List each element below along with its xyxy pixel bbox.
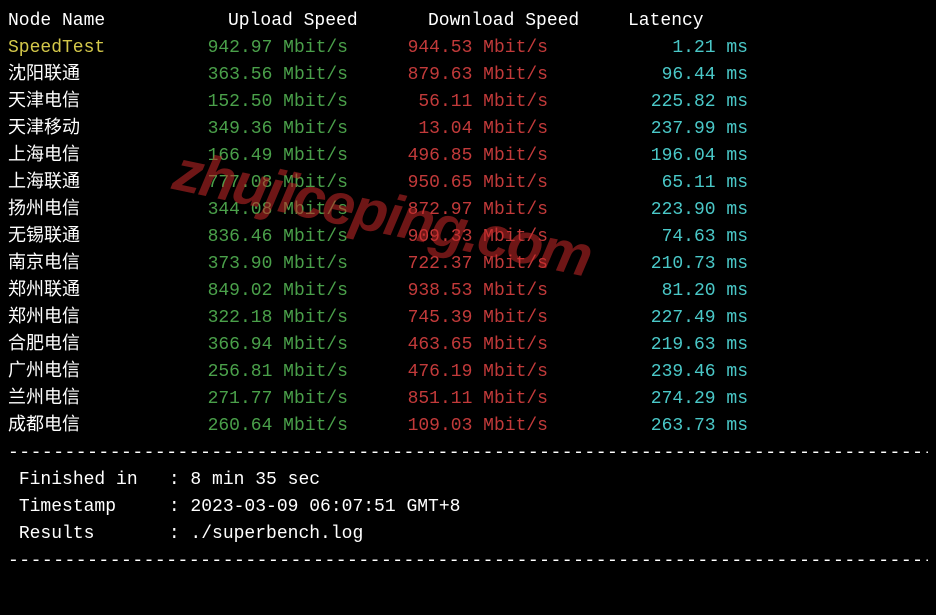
latency-value: 96.44 ms bbox=[588, 62, 788, 89]
upload-speed: 349.36 Mbit/s bbox=[188, 116, 388, 143]
data-row: 天津电信152.50 Mbit/s56.11 Mbit/s225.82 ms bbox=[8, 89, 928, 116]
speedtest-latency: 1.21 ms bbox=[588, 35, 788, 62]
upload-speed: 836.46 Mbit/s bbox=[188, 224, 388, 251]
latency-value: 227.49 ms bbox=[588, 305, 788, 332]
terminal-output: Node Name Upload Speed Download Speed La… bbox=[8, 8, 928, 575]
upload-speed: 849.02 Mbit/s bbox=[188, 278, 388, 305]
upload-speed: 256.81 Mbit/s bbox=[188, 359, 388, 386]
divider-line-bottom: ----------------------------------------… bbox=[8, 548, 928, 575]
download-speed: 745.39 Mbit/s bbox=[388, 305, 588, 332]
header-latency: Latency bbox=[588, 8, 788, 35]
upload-speed: 166.49 Mbit/s bbox=[188, 143, 388, 170]
timestamp-value: 2023-03-09 06:07:51 GMT+8 bbox=[190, 497, 460, 517]
data-row: 成都电信260.64 Mbit/s109.03 Mbit/s263.73 ms bbox=[8, 413, 928, 440]
data-row: 上海联通777.08 Mbit/s950.65 Mbit/s65.11 ms bbox=[8, 170, 928, 197]
download-speed: 56.11 Mbit/s bbox=[388, 89, 588, 116]
latency-value: 223.90 ms bbox=[588, 197, 788, 224]
latency-value: 81.20 ms bbox=[588, 278, 788, 305]
footer-results: Results: ./superbench.log bbox=[8, 521, 928, 548]
footer-timestamp: Timestamp: 2023-03-09 06:07:51 GMT+8 bbox=[8, 494, 928, 521]
download-speed: 851.11 Mbit/s bbox=[388, 386, 588, 413]
data-rows-container: 沈阳联通363.56 Mbit/s879.63 Mbit/s96.44 ms天津… bbox=[8, 62, 928, 440]
divider-line: ----------------------------------------… bbox=[8, 440, 928, 467]
upload-speed: 373.90 Mbit/s bbox=[188, 251, 388, 278]
node-name: 郑州电信 bbox=[8, 305, 188, 332]
upload-speed: 260.64 Mbit/s bbox=[188, 413, 388, 440]
data-row: 天津移动349.36 Mbit/s13.04 Mbit/s237.99 ms bbox=[8, 116, 928, 143]
header-download: Download Speed bbox=[388, 8, 588, 35]
latency-value: 196.04 ms bbox=[588, 143, 788, 170]
data-row: 合肥电信366.94 Mbit/s463.65 Mbit/s219.63 ms bbox=[8, 332, 928, 359]
speedtest-upload: 942.97 Mbit/s bbox=[188, 35, 388, 62]
speedtest-row: SpeedTest 942.97 Mbit/s 944.53 Mbit/s 1.… bbox=[8, 35, 928, 62]
node-name: 天津移动 bbox=[8, 116, 188, 143]
speedtest-node: SpeedTest bbox=[8, 35, 188, 62]
data-row: 兰州电信271.77 Mbit/s851.11 Mbit/s274.29 ms bbox=[8, 386, 928, 413]
node-name: 郑州联通 bbox=[8, 278, 188, 305]
latency-value: 74.63 ms bbox=[588, 224, 788, 251]
node-name: 扬州电信 bbox=[8, 197, 188, 224]
finished-label: Finished in bbox=[19, 467, 169, 494]
data-row: 广州电信256.81 Mbit/s476.19 Mbit/s239.46 ms bbox=[8, 359, 928, 386]
results-label: Results bbox=[19, 521, 169, 548]
upload-speed: 363.56 Mbit/s bbox=[188, 62, 388, 89]
data-row: 扬州电信344.08 Mbit/s872.97 Mbit/s223.90 ms bbox=[8, 197, 928, 224]
download-speed: 722.37 Mbit/s bbox=[388, 251, 588, 278]
download-speed: 496.85 Mbit/s bbox=[388, 143, 588, 170]
download-speed: 909.33 Mbit/s bbox=[388, 224, 588, 251]
node-name: 沈阳联通 bbox=[8, 62, 188, 89]
timestamp-label: Timestamp bbox=[19, 494, 169, 521]
node-name: 合肥电信 bbox=[8, 332, 188, 359]
node-name: 兰州电信 bbox=[8, 386, 188, 413]
node-name: 上海电信 bbox=[8, 143, 188, 170]
download-speed: 872.97 Mbit/s bbox=[388, 197, 588, 224]
node-name: 成都电信 bbox=[8, 413, 188, 440]
header-row: Node Name Upload Speed Download Speed La… bbox=[8, 8, 928, 35]
latency-value: 210.73 ms bbox=[588, 251, 788, 278]
upload-speed: 344.08 Mbit/s bbox=[188, 197, 388, 224]
download-speed: 879.63 Mbit/s bbox=[388, 62, 588, 89]
upload-speed: 366.94 Mbit/s bbox=[188, 332, 388, 359]
latency-value: 65.11 ms bbox=[588, 170, 788, 197]
latency-value: 263.73 ms bbox=[588, 413, 788, 440]
results-value: ./superbench.log bbox=[190, 524, 363, 544]
download-speed: 950.65 Mbit/s bbox=[388, 170, 588, 197]
data-row: 沈阳联通363.56 Mbit/s879.63 Mbit/s96.44 ms bbox=[8, 62, 928, 89]
latency-value: 219.63 ms bbox=[588, 332, 788, 359]
node-name: 上海联通 bbox=[8, 170, 188, 197]
data-row: 郑州联通849.02 Mbit/s938.53 Mbit/s81.20 ms bbox=[8, 278, 928, 305]
node-name: 无锡联通 bbox=[8, 224, 188, 251]
upload-speed: 777.08 Mbit/s bbox=[188, 170, 388, 197]
latency-value: 225.82 ms bbox=[588, 89, 788, 116]
speedtest-download: 944.53 Mbit/s bbox=[388, 35, 588, 62]
download-speed: 109.03 Mbit/s bbox=[388, 413, 588, 440]
header-upload: Upload Speed bbox=[188, 8, 388, 35]
node-name: 广州电信 bbox=[8, 359, 188, 386]
latency-value: 237.99 ms bbox=[588, 116, 788, 143]
latency-value: 274.29 ms bbox=[588, 386, 788, 413]
node-name: 天津电信 bbox=[8, 89, 188, 116]
upload-speed: 322.18 Mbit/s bbox=[188, 305, 388, 332]
download-speed: 13.04 Mbit/s bbox=[388, 116, 588, 143]
data-row: 郑州电信322.18 Mbit/s745.39 Mbit/s227.49 ms bbox=[8, 305, 928, 332]
footer-finished: Finished in: 8 min 35 sec bbox=[8, 467, 928, 494]
data-row: 南京电信373.90 Mbit/s722.37 Mbit/s210.73 ms bbox=[8, 251, 928, 278]
download-speed: 476.19 Mbit/s bbox=[388, 359, 588, 386]
upload-speed: 152.50 Mbit/s bbox=[188, 89, 388, 116]
data-row: 无锡联通836.46 Mbit/s909.33 Mbit/s74.63 ms bbox=[8, 224, 928, 251]
finished-value: 8 min 35 sec bbox=[190, 470, 320, 490]
download-speed: 463.65 Mbit/s bbox=[388, 332, 588, 359]
header-node: Node Name bbox=[8, 8, 188, 35]
download-speed: 938.53 Mbit/s bbox=[388, 278, 588, 305]
upload-speed: 271.77 Mbit/s bbox=[188, 386, 388, 413]
node-name: 南京电信 bbox=[8, 251, 188, 278]
data-row: 上海电信166.49 Mbit/s496.85 Mbit/s196.04 ms bbox=[8, 143, 928, 170]
latency-value: 239.46 ms bbox=[588, 359, 788, 386]
